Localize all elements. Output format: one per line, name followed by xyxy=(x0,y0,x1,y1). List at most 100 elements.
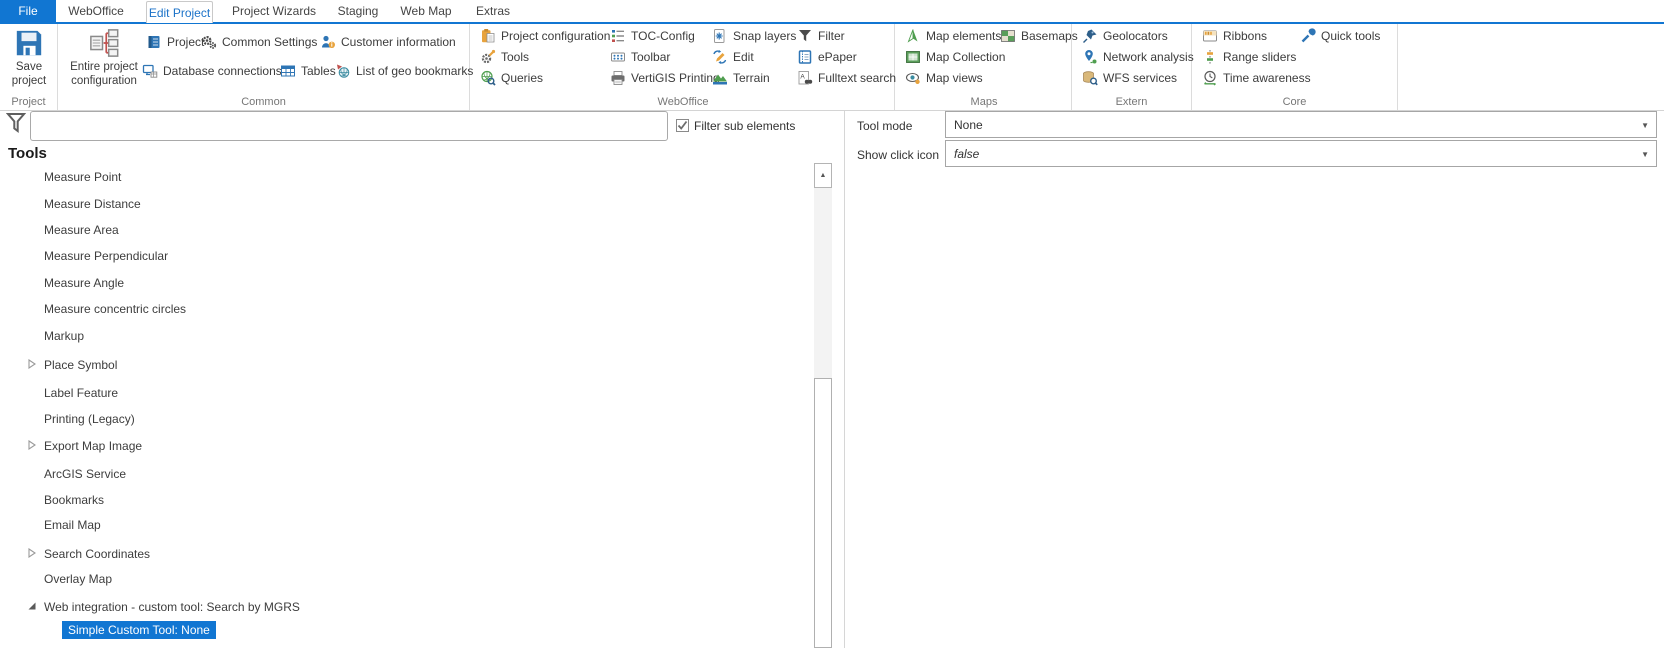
project-configuration-button[interactable]: Project configuration xyxy=(480,26,610,46)
tables-icon xyxy=(281,65,295,77)
tree-filter-input[interactable] xyxy=(30,111,668,141)
common-settings-label: Common Settings xyxy=(222,35,318,49)
list-of-geo-bookmarks-button[interactable]: List of geo bookmarks xyxy=(335,61,473,81)
basemaps-button[interactable]: Basemaps xyxy=(1000,26,1078,46)
snap-layers-button[interactable]: Snap layers xyxy=(712,26,796,46)
tree-item-measure-distance[interactable]: Measure Distance xyxy=(0,195,800,212)
fulltext-search-button[interactable]: A Fulltext search xyxy=(797,68,896,88)
show-click-icon-dropdown[interactable]: false ▼ xyxy=(945,140,1657,167)
map-elements-button[interactable]: Map elements xyxy=(905,26,1001,46)
tree-item-markup[interactable]: Markup xyxy=(0,327,800,344)
toolbar-label: Toolbar xyxy=(631,50,671,64)
queries-button[interactable]: Queries xyxy=(480,68,543,88)
filter-sub-elements-checkbox[interactable] xyxy=(676,119,689,132)
expand-collapsed-icon[interactable] xyxy=(27,548,37,558)
tables-button[interactable]: Tables xyxy=(280,61,336,81)
network-analysis-label: Network analysis xyxy=(1103,50,1194,64)
terrain-label: Terrain xyxy=(733,71,770,85)
quick-tools-label: Quick tools xyxy=(1321,29,1381,43)
tree-scrollbar-thumb[interactable] xyxy=(814,378,832,648)
quick-tools-button[interactable]: Quick tools xyxy=(1300,26,1380,46)
tree-item-measure-angle[interactable]: Measure Angle xyxy=(0,274,800,291)
tree-item-measure-perpendicular[interactable]: Measure Perpendicular xyxy=(0,247,800,264)
tree-item-label: Overlay Map xyxy=(44,571,113,586)
expand-collapsed-icon[interactable] xyxy=(27,440,37,450)
save-project-button[interactable]: Save project xyxy=(1,26,57,88)
tool-mode-label: Tool mode xyxy=(857,119,913,133)
tree-item-overlay-map[interactable]: Overlay Map xyxy=(0,570,800,587)
tab-edit-project[interactable]: Edit Project xyxy=(146,1,213,23)
list-of-geo-bookmarks-label: List of geo bookmarks xyxy=(356,64,474,78)
tab-web-map[interactable]: Web Map xyxy=(394,0,458,22)
tree-item-web-integration-custom-tool[interactable]: Web integration - custom tool: Search by… xyxy=(0,598,800,615)
tools-button[interactable]: Tools xyxy=(480,47,529,67)
project-configuration-icon xyxy=(482,29,495,43)
database-connections-button[interactable]: Database connections xyxy=(142,61,282,81)
tab-file[interactable]: File xyxy=(0,0,56,22)
epaper-button[interactable]: ePaper xyxy=(797,47,857,67)
project-configuration-label: Project configuration xyxy=(501,29,611,43)
tab-extras[interactable]: Extras xyxy=(466,0,520,22)
expand-expanded-icon[interactable] xyxy=(27,601,37,611)
ribbons-button[interactable]: Ribbons xyxy=(1202,26,1267,46)
wfs-services-label: WFS services xyxy=(1103,71,1178,85)
tab-web-map-label: Web Map xyxy=(400,4,452,18)
tab-weboffice-label: WebOffice xyxy=(68,4,124,18)
tree-item-bookmarks[interactable]: Bookmarks xyxy=(0,491,800,508)
edit-button[interactable]: Edit xyxy=(712,47,754,67)
save-icon xyxy=(16,30,42,56)
tab-staging-label: Staging xyxy=(337,4,379,18)
wfs-services-button[interactable]: WFS services xyxy=(1082,68,1177,88)
dropdown-arrow-icon: ▼ xyxy=(1641,150,1649,159)
tree-item-simple-custom-tool[interactable]: Simple Custom Tool: None xyxy=(0,620,800,639)
tree-item-label: Place Symbol xyxy=(44,357,118,372)
tree-item-arcgis-service[interactable]: ArcGIS Service xyxy=(0,465,800,482)
range-sliders-button[interactable]: Range sliders xyxy=(1202,47,1296,67)
tree-item-label-feature[interactable]: Label Feature xyxy=(0,384,800,401)
filter-icon xyxy=(799,30,811,42)
map-collection-button[interactable]: Map Collection xyxy=(905,47,1005,67)
geolocators-button[interactable]: Geolocators xyxy=(1082,26,1168,46)
tab-weboffice[interactable]: WebOffice xyxy=(58,0,134,22)
wfs-services-icon xyxy=(1083,71,1098,86)
toc-config-button[interactable]: TOC-Config xyxy=(610,26,695,46)
tab-staging[interactable]: Staging xyxy=(330,0,386,22)
expand-collapsed-icon[interactable] xyxy=(27,359,37,369)
time-awareness-label: Time awareness xyxy=(1223,71,1311,85)
customer-information-button[interactable]: Customer information xyxy=(320,32,456,52)
tree-item-measure-area[interactable]: Measure Area xyxy=(0,221,800,238)
tree-item-measure-concentric-circles[interactable]: Measure concentric circles xyxy=(0,300,800,317)
tree-scrollbar-up-button[interactable]: ▲ xyxy=(814,163,832,188)
project-button[interactable]: Project xyxy=(146,32,204,52)
tab-edit-project-label: Edit Project xyxy=(148,5,211,20)
filter-sub-elements-label: Filter sub elements xyxy=(694,119,796,133)
vertigis-printing-label: VertiGIS Printing xyxy=(631,71,720,85)
tree-item-email-map[interactable]: Email Map xyxy=(0,516,800,533)
map-views-button[interactable]: Map views xyxy=(905,68,983,88)
entire-project-configuration-label: Entire project configuration xyxy=(70,61,138,87)
tree-item-place-symbol[interactable]: Place Symbol xyxy=(0,356,800,373)
tab-project-wizards[interactable]: Project Wizards xyxy=(222,0,326,22)
filter-button[interactable]: Filter xyxy=(797,26,845,46)
entire-project-configuration-button[interactable]: Entire project configuration xyxy=(64,26,144,88)
application-window: File WebOffice Edit Project Project Wiza… xyxy=(0,0,1664,648)
time-awareness-button[interactable]: Time awareness xyxy=(1202,68,1311,88)
tree-item-printing-legacy[interactable]: Printing (Legacy) xyxy=(0,410,800,427)
vertigis-printing-button[interactable]: VertiGIS Printing xyxy=(610,68,720,88)
tool-mode-dropdown[interactable]: None ▼ xyxy=(945,111,1657,138)
tree-item-search-coordinates[interactable]: Search Coordinates xyxy=(0,545,800,562)
tree-item-export-map-image[interactable]: Export Map Image xyxy=(0,437,800,454)
toolbar-button[interactable]: Toolbar xyxy=(610,47,670,67)
ribbon-group-project-label: Project xyxy=(11,96,46,108)
tree-item-selected-label: Simple Custom Tool: None xyxy=(62,620,216,639)
tree-item-label: Printing (Legacy) xyxy=(44,411,135,426)
map-elements-label: Map elements xyxy=(926,29,1002,43)
customer-info-icon xyxy=(322,35,335,48)
toolbar-icon xyxy=(611,52,625,62)
tree-item-measure-point[interactable]: Measure Point xyxy=(0,168,800,185)
network-analysis-button[interactable]: Network analysis xyxy=(1082,47,1194,67)
terrain-button[interactable]: Terrain xyxy=(712,68,770,88)
show-click-icon-label: Show click icon xyxy=(857,148,940,162)
geo-bookmarks-icon xyxy=(337,64,350,78)
common-settings-button[interactable]: Common Settings xyxy=(201,32,317,52)
